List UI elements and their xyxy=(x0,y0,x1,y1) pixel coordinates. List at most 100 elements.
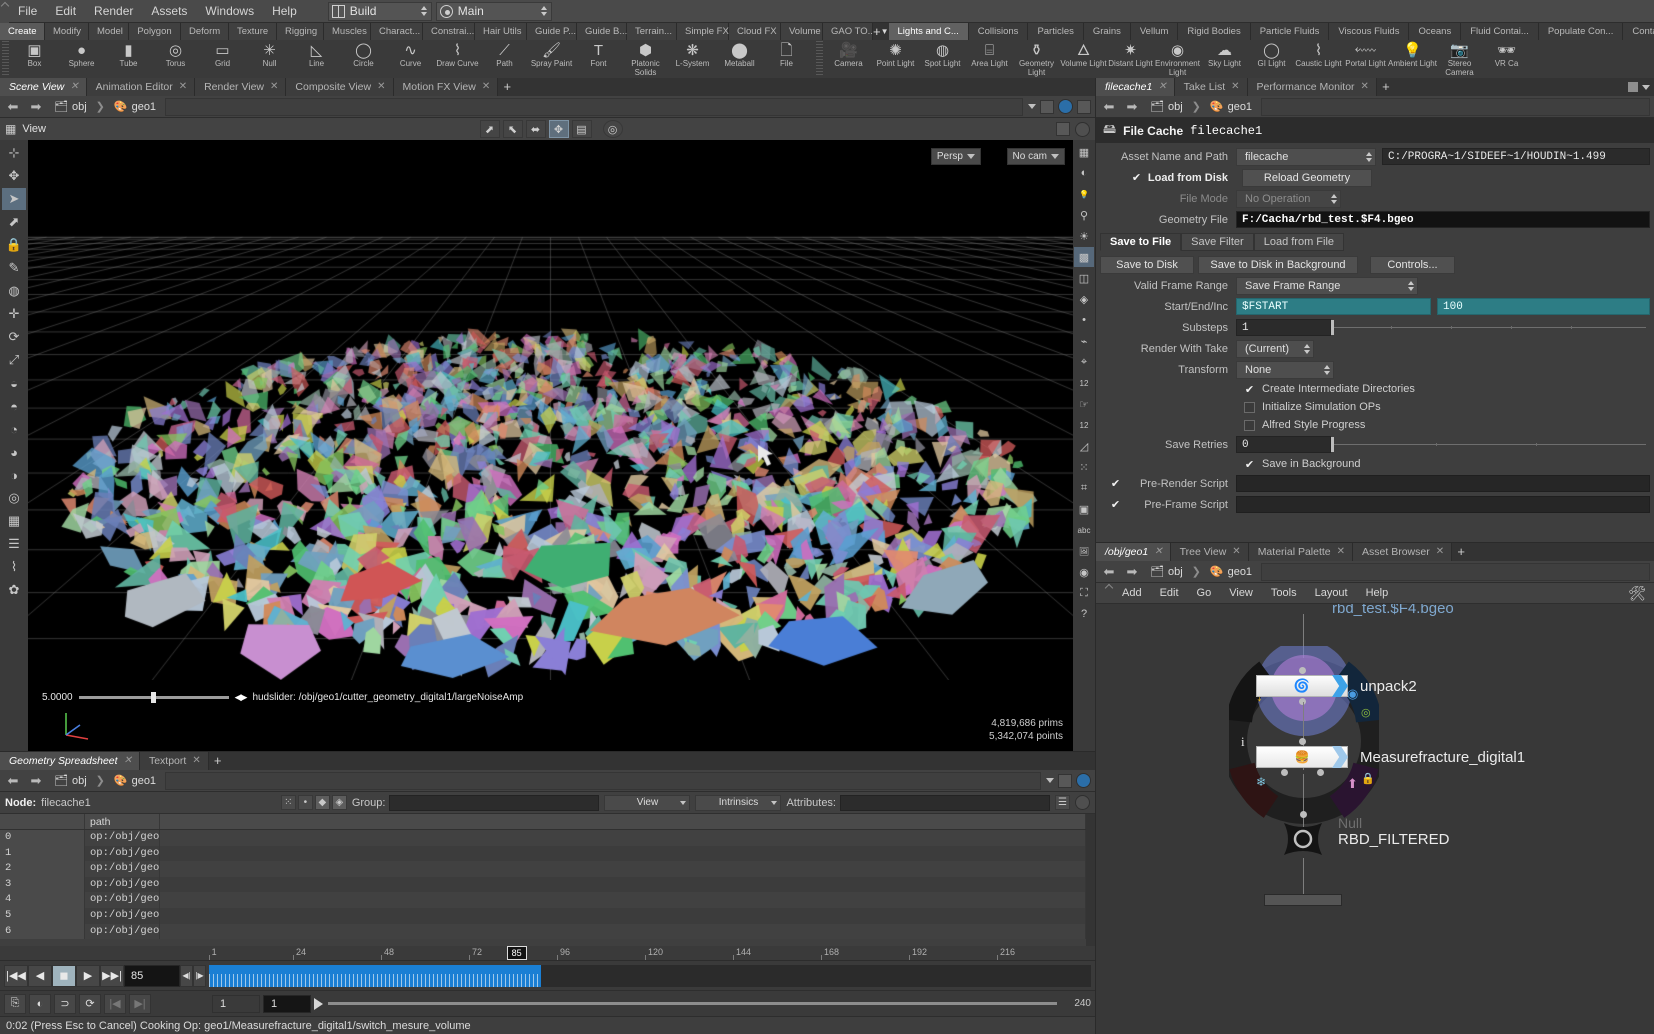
network-menu-help[interactable]: Help xyxy=(1357,583,1398,604)
node-unpack2[interactable]: 🌀 unpack2 xyxy=(1256,667,1417,705)
node-next-partial[interactable] xyxy=(1264,894,1342,906)
ghost-toggle-icon[interactable]: ◫ xyxy=(1074,268,1094,288)
spreadsheet-help-button[interactable] xyxy=(1075,795,1090,810)
shelf-tab-rigid-bodies[interactable]: Rigid Bodies xyxy=(1178,23,1251,40)
shelf-tool-stereo-camera[interactable]: 📷 Stereo Camera xyxy=(1436,40,1483,78)
spreadsheet-table[interactable]: path 0 op:/obj/geo 1 op:/obj/geo 2 op:/obj/geo… xyxy=(0,814,1086,946)
par-back-arrow-icon[interactable]: ⬅ xyxy=(1100,98,1118,116)
tab-composite-view[interactable]: Composite View ✕ xyxy=(286,78,394,96)
par-breadcrumb-obj[interactable]: 🗂 obj xyxy=(1146,100,1187,114)
shelf-tab-constrai[interactable]: Constrai... xyxy=(423,23,475,40)
node-measurefracture-output-1[interactable] xyxy=(1317,769,1324,776)
table-row[interactable]: 2 op:/obj/geo xyxy=(0,861,1086,877)
menu-windows[interactable]: Windows xyxy=(196,0,263,23)
save-retries-field[interactable]: 0 xyxy=(1236,436,1331,453)
pane-maximize-icon[interactable] xyxy=(1628,82,1638,92)
select-dynamics-mode-button[interactable]: ⬌ xyxy=(525,120,546,138)
global-range-slider[interactable] xyxy=(328,1002,1058,1005)
particle-display-icon[interactable]: ⁙ xyxy=(1074,457,1094,477)
shelf-tool-spray-paint[interactable]: 🖌 Spray Paint xyxy=(528,40,575,78)
network-canvas[interactable]: rbd_test.$F4.bgeo i ↓ xyxy=(1096,604,1654,1034)
viewport-layout-button[interactable] xyxy=(1056,122,1070,136)
close-tab-icon[interactable]: ✕ xyxy=(377,78,385,96)
shelf-tool-volume-light[interactable]: 🜂 Volume Light xyxy=(1060,40,1107,78)
node-unpack2-body[interactable]: 🌀 xyxy=(1256,667,1348,705)
param-subtab-load-from-file[interactable]: Load from File xyxy=(1253,233,1345,251)
point-number-icon[interactable]: 12 xyxy=(1074,373,1094,393)
save-retries-slider[interactable] xyxy=(1331,436,1650,453)
shelf-tool-draw-curve[interactable]: ⌇ Draw Curve xyxy=(434,40,481,78)
build-selector-spinner[interactable] xyxy=(420,4,429,19)
viewport-view-label[interactable]: View xyxy=(22,123,46,135)
network-menu-layout[interactable]: Layout xyxy=(1306,583,1357,604)
close-tab-icon[interactable]: ✕ xyxy=(179,78,187,96)
material-toggle-icon[interactable]: ◈ xyxy=(1074,289,1094,309)
node-measurefracture-input[interactable] xyxy=(1299,738,1306,745)
shelf-tab-gao-to[interactable]: GAO TO... xyxy=(823,23,876,40)
shelf-tool-camera[interactable]: 🎥 Camera xyxy=(825,40,872,78)
move-tool-icon[interactable]: ✛ xyxy=(2,303,26,325)
network-path-input[interactable] xyxy=(1261,562,1650,581)
camera-selector[interactable]: No cam xyxy=(1006,148,1065,165)
network-menu-view[interactable]: View xyxy=(1220,583,1262,604)
grid-display-icon[interactable]: ▣ xyxy=(1074,499,1094,519)
path-dropdown-icon[interactable] xyxy=(1028,104,1036,109)
shelf-tab-oceans[interactable]: Oceans xyxy=(1409,23,1462,40)
spreadsheet-scrollbar[interactable] xyxy=(1086,814,1095,946)
table-row[interactable]: 3 op:/obj/geo xyxy=(0,876,1086,893)
spreadsheet-options-icon[interactable]: ☰ xyxy=(1055,795,1070,810)
tab-textport[interactable]: Textport ✕ xyxy=(139,752,209,770)
vertices-class-icon[interactable]: • xyxy=(297,795,313,810)
select-object-mode-button[interactable]: ⬈ xyxy=(479,120,500,138)
node-measurefracture-lock-icon[interactable]: 🔒 xyxy=(1361,772,1375,785)
sp-breadcrumb-geo1[interactable]: 🎨 geo1 xyxy=(110,774,160,788)
back-arrow-icon[interactable]: ⬅ xyxy=(4,98,22,116)
shelf-tab-grains[interactable]: Grains xyxy=(1083,23,1131,40)
shelf-tool-vr-ca[interactable]: 🕶 VR Ca xyxy=(1483,40,1530,78)
viewport-menu-icon[interactable]: ▦ xyxy=(5,122,16,136)
cloth-tool-icon[interactable]: ☰ xyxy=(2,533,26,555)
close-tab-icon[interactable]: ✕ xyxy=(1337,543,1345,561)
tab-asset-browser[interactable]: Asset Browser ✕ xyxy=(1353,543,1453,561)
desktop-selector-spinner[interactable] xyxy=(540,4,549,19)
perspective-selector[interactable]: Persp xyxy=(930,148,981,165)
range-handle-icon[interactable] xyxy=(314,997,323,1010)
menu-edit[interactable]: Edit xyxy=(46,0,85,23)
shelf-tab-charact[interactable]: Charact... xyxy=(371,23,423,40)
add-pane-tab-icon[interactable]: + xyxy=(209,752,227,770)
close-tab-icon[interactable]: ✕ xyxy=(1361,78,1369,96)
tab-render-view[interactable]: Render View ✕ xyxy=(195,78,287,96)
table-row[interactable]: 6 op:/obj/geo xyxy=(0,923,1086,940)
shelf-tab-vellum[interactable]: Vellum xyxy=(1130,23,1179,40)
tab-take-list[interactable]: Take List ✕ xyxy=(1174,78,1248,96)
save-in-background-checkbox[interactable]: ✔ xyxy=(1244,459,1255,471)
start-frame-field[interactable]: $FSTART xyxy=(1236,298,1431,315)
lighting-mode-icon[interactable]: 💡 xyxy=(1074,184,1094,204)
handle-tool-icon[interactable]: ✥ xyxy=(2,165,26,187)
shelf-tab-populate-con[interactable]: Populate Con... xyxy=(1538,23,1624,40)
breadcrumb-obj[interactable]: 🗂 obj xyxy=(50,100,91,114)
viewport-canvas[interactable]: Persp No cam 4,819,686 prims 5,342,074 p… xyxy=(28,140,1073,751)
shelf-tool-grid[interactable]: ▭ Grid xyxy=(199,40,246,78)
shelf-tool-spot-light[interactable]: ◍ Spot Light xyxy=(919,40,966,78)
load-from-disk-checkbox[interactable]: ✔ xyxy=(1131,172,1142,184)
shelf-tool-font[interactable]: T Font xyxy=(575,40,622,78)
asset-name-dropdown[interactable]: filecache xyxy=(1236,147,1376,166)
sp-breadcrumb-obj[interactable]: 🗂 obj xyxy=(50,774,91,788)
transform-dropdown[interactable]: None xyxy=(1236,360,1334,379)
hud-slider-track[interactable] xyxy=(78,692,229,703)
shelf-tool-l-system[interactable]: ❋ L-System xyxy=(669,40,716,78)
background-image-icon[interactable]: 🖼 xyxy=(1074,541,1094,561)
controls-button[interactable]: Controls... xyxy=(1370,255,1455,274)
vector-display-icon[interactable]: ⌖ xyxy=(1074,352,1094,372)
volume-tool-icon[interactable]: ◑ xyxy=(2,464,26,486)
view-tool-icon[interactable]: ⊹ xyxy=(2,142,26,164)
debris-render[interactable] xyxy=(28,140,1073,680)
scene-path-input[interactable] xyxy=(165,97,1023,116)
shelf-tab-rigging[interactable]: Rigging xyxy=(277,23,324,40)
primitives-class-icon[interactable]: ◆ xyxy=(314,795,330,810)
tab-material-palette[interactable]: Material Palette ✕ xyxy=(1248,543,1354,561)
sp-path-dropdown-icon[interactable] xyxy=(1046,778,1054,783)
uv-tool-icon[interactable]: ▦ xyxy=(2,510,26,532)
shelf-tab-collisions[interactable]: Collisions xyxy=(968,23,1029,40)
